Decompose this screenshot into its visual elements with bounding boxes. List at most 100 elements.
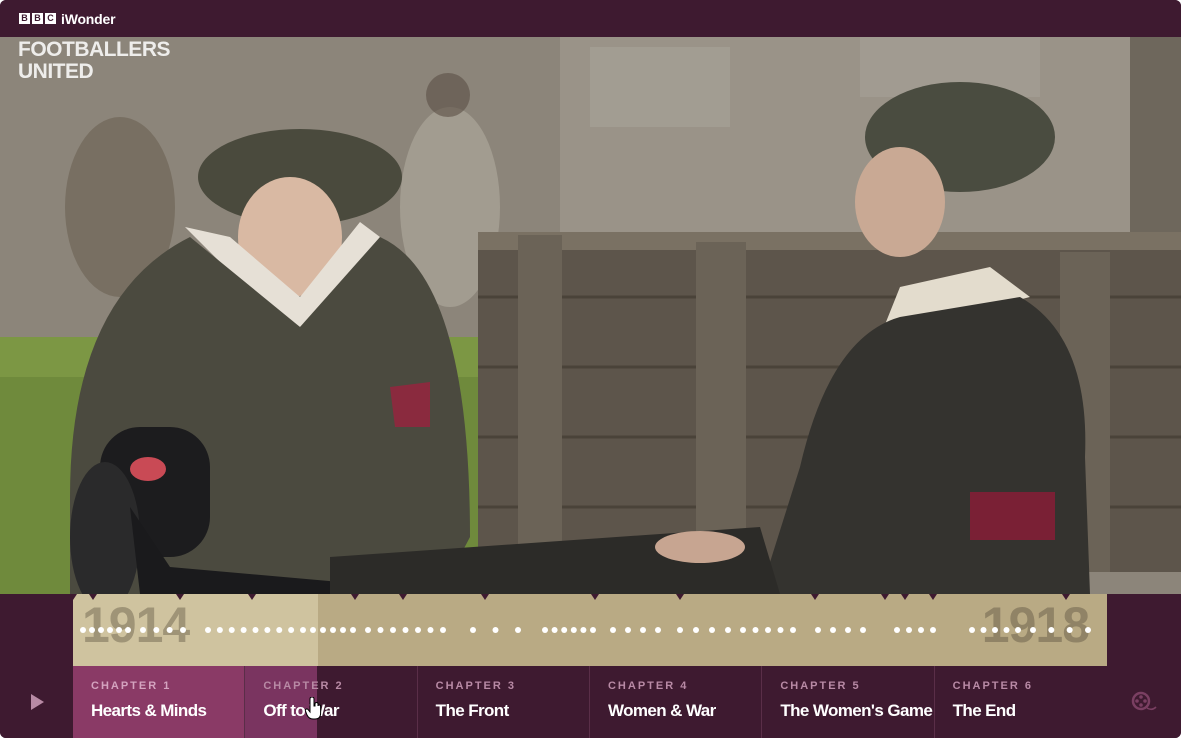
film-reel-icon[interactable]	[1131, 691, 1157, 713]
timeline-event-dot[interactable]	[894, 627, 900, 633]
timeline-event-dot[interactable]	[551, 627, 558, 633]
timeline-event-dot[interactable]	[590, 627, 596, 633]
timeline-event-dot[interactable]	[180, 627, 186, 633]
chapter-tab-4[interactable]: CHAPTER 4 Women & War	[589, 666, 763, 738]
timeline-event-dot[interactable]	[415, 627, 421, 633]
timeline-event-dot[interactable]	[765, 627, 771, 633]
top-bar: B B C iWonder	[0, 0, 1181, 37]
timeline-event-dot[interactable]	[350, 627, 356, 633]
timeline[interactable]: 1914 1918	[73, 594, 1107, 666]
timeline-event-dot[interactable]	[216, 627, 223, 633]
timeline-event-dot[interactable]	[300, 627, 306, 633]
timeline-event-dot[interactable]	[677, 627, 683, 633]
chapter-title: The End	[952, 701, 1016, 720]
play-icon[interactable]	[28, 693, 46, 711]
timeline-event-dot[interactable]	[80, 627, 86, 633]
timeline-tick	[248, 594, 256, 600]
bbc-logo-block: B	[32, 13, 43, 24]
timeline-event-dot[interactable]	[515, 627, 521, 633]
chapter-title: The Women's Game	[780, 701, 933, 720]
timeline-event-dot[interactable]	[777, 627, 784, 633]
chapter-tab-3[interactable]: CHAPTER 3 The Front	[417, 666, 590, 738]
timeline-event-dot[interactable]	[125, 627, 131, 633]
timeline-tick	[881, 594, 889, 600]
timeline-event-dot[interactable]	[252, 627, 259, 633]
chapter-tab-6[interactable]: CHAPTER 6 The End	[934, 666, 1107, 738]
timeline-event-dot[interactable]	[1003, 627, 1010, 633]
timeline-event-dot[interactable]	[693, 627, 699, 633]
timeline-event-dot[interactable]	[1030, 627, 1036, 633]
timeline-event-dot[interactable]	[492, 627, 499, 633]
timeline-event-dot[interactable]	[992, 627, 998, 633]
timeline-event-dot[interactable]	[205, 627, 211, 633]
timeline-event-dot[interactable]	[365, 627, 371, 633]
timeline-event-dot[interactable]	[790, 627, 796, 633]
app-frame: B B C iWonder FOOTBALLERS UNITED 1914 19…	[0, 0, 1181, 738]
timeline-event-dot[interactable]	[470, 627, 476, 633]
timeline-event-dot[interactable]	[610, 627, 616, 633]
timeline-event-dot[interactable]	[980, 627, 987, 633]
timeline-event-dot[interactable]	[264, 627, 271, 633]
timeline-event-dot[interactable]	[752, 627, 759, 633]
timeline-event-dot[interactable]	[440, 627, 446, 633]
timeline-event-dot[interactable]	[427, 627, 434, 633]
timeline-tick	[89, 594, 97, 600]
timeline-event-dot[interactable]	[1015, 627, 1021, 633]
play-control[interactable]	[0, 666, 73, 738]
timeline-event-dot[interactable]	[1066, 627, 1073, 633]
timeline-event-dot[interactable]	[640, 627, 646, 633]
timeline-event-dot[interactable]	[1048, 627, 1055, 633]
timeline-event-dot[interactable]	[107, 627, 113, 633]
timeline-event-dot[interactable]	[930, 627, 936, 633]
timeline-event-dot[interactable]	[918, 627, 924, 633]
timeline-event-dot[interactable]	[740, 627, 746, 633]
timeline-event-dot[interactable]	[390, 627, 396, 633]
chapter-kicker: CHAPTER 2	[263, 680, 344, 692]
product-name[interactable]: iWonder	[61, 11, 116, 27]
media-control[interactable]	[1107, 666, 1181, 738]
chapter-title: Hearts & Minds	[91, 701, 207, 720]
timeline-event-dot[interactable]	[561, 627, 568, 633]
timeline-event-dot[interactable]	[860, 627, 866, 633]
timeline-event-dot[interactable]	[140, 627, 146, 633]
timeline-event-dot[interactable]	[725, 627, 731, 633]
timeline-event-dot[interactable]	[625, 627, 631, 633]
bbc-logo[interactable]: B B C	[19, 13, 56, 24]
timeline-event-dot[interactable]	[89, 627, 95, 633]
timeline-event-dot[interactable]	[330, 627, 336, 633]
timeline-event-dot[interactable]	[709, 627, 715, 633]
timeline-event-dot[interactable]	[845, 627, 851, 633]
chapter-tab-5[interactable]: CHAPTER 5 The Women's Game	[762, 666, 935, 738]
timeline-event-dot[interactable]	[402, 627, 409, 633]
timeline-tick	[591, 594, 599, 600]
timeline-event-dot[interactable]	[166, 627, 173, 633]
timeline-event-dot[interactable]	[340, 627, 346, 633]
timeline-event-dot[interactable]	[377, 627, 384, 633]
timeline-tick	[176, 594, 184, 600]
timeline-tick	[481, 594, 489, 600]
timeline-event-dot[interactable]	[830, 627, 836, 633]
timeline-event-dot[interactable]	[655, 627, 661, 633]
timeline-event-dot[interactable]	[815, 627, 821, 633]
chapter-tab-1[interactable]: CHAPTER 1 Hearts & Minds	[73, 666, 246, 738]
timeline-event-dot[interactable]	[228, 627, 235, 633]
timeline-event-dot[interactable]	[906, 627, 912, 633]
chapter-nav: CHAPTER 1 Hearts & Minds CHAPTER 2 Off t…	[73, 666, 1107, 738]
timeline-event-dot[interactable]	[116, 627, 122, 633]
timeline-event-dot[interactable]	[570, 627, 577, 633]
chapter-kicker: CHAPTER 6	[952, 680, 1033, 692]
chapter-tab-2[interactable]: CHAPTER 2 Off to War	[245, 666, 418, 738]
timeline-event-dot[interactable]	[288, 627, 295, 633]
timeline-event-dot[interactable]	[320, 627, 326, 633]
timeline-event-dot[interactable]	[153, 627, 160, 633]
chapter-kicker: CHAPTER 4	[607, 680, 689, 692]
timeline-event-dot[interactable]	[969, 627, 975, 633]
timeline-event-dot[interactable]	[1085, 627, 1091, 633]
timeline-event-dot[interactable]	[310, 627, 316, 633]
timeline-event-dot[interactable]	[542, 627, 548, 633]
timeline-event-dot[interactable]	[240, 627, 247, 633]
timeline-event-dot[interactable]	[276, 627, 283, 633]
timeline-event-dot[interactable]	[98, 627, 104, 633]
timeline-event-dot[interactable]	[580, 627, 587, 633]
timeline-events[interactable]	[73, 594, 1107, 666]
